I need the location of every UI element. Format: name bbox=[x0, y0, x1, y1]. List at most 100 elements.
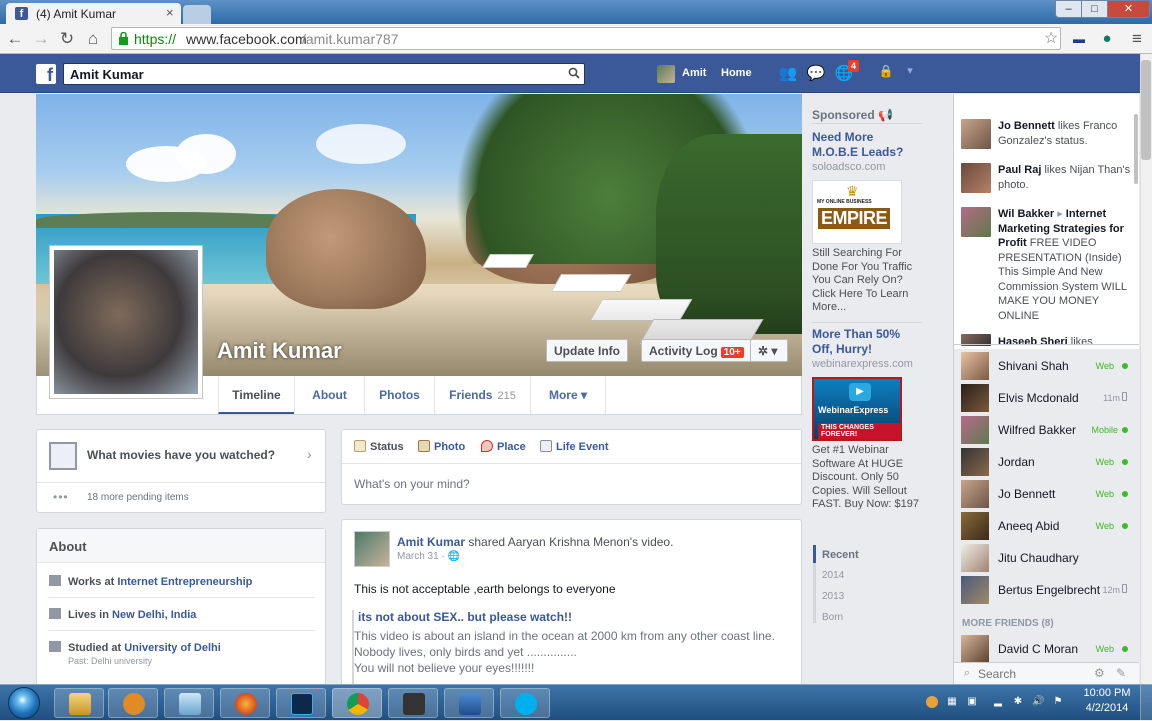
profile-picture[interactable] bbox=[49, 245, 203, 399]
taskbar-chrome[interactable] bbox=[332, 688, 382, 718]
taskbar-skype[interactable] bbox=[500, 688, 550, 718]
ticker-item[interactable]: Wil Bakker ▸ Internet Marketing Strategi… bbox=[998, 207, 1134, 323]
ad-body[interactable]: Still Searching For Done For You Traffic… bbox=[812, 247, 920, 315]
year-2014-link[interactable]: 2014 bbox=[822, 570, 844, 581]
facebook-logo-icon[interactable]: f bbox=[36, 64, 56, 85]
taskbar-firefox[interactable] bbox=[220, 688, 270, 718]
privacy-shortcuts-icon[interactable]: 🔒 bbox=[876, 64, 896, 82]
tray-app-icon[interactable] bbox=[926, 696, 938, 708]
post-author-avatar[interactable] bbox=[354, 531, 390, 567]
clock-time[interactable]: 10:00 PM bbox=[1082, 687, 1132, 699]
ad-body[interactable]: Get #1 Webinar Software At HUGE Discount… bbox=[812, 444, 920, 512]
flag-icon[interactable]: ⚑ bbox=[1052, 696, 1064, 708]
friend-requests-icon[interactable]: 👥 bbox=[778, 64, 798, 82]
taskbar-explorer[interactable] bbox=[54, 688, 104, 718]
chat-friend[interactable]: Jitu Chaudhary bbox=[954, 542, 1139, 574]
chat-friend[interactable]: Wilfred Bakker Mobile bbox=[954, 414, 1139, 446]
composer-tab-photo[interactable]: Photo bbox=[418, 440, 465, 453]
address-bar[interactable]: https:// www.facebook.com /amit.kumar787 bbox=[111, 27, 1061, 50]
ad-image[interactable]: ▶ WebinarExpress THIS CHANGES FOREVER! bbox=[812, 377, 902, 441]
messages-icon[interactable]: 💬 bbox=[806, 64, 826, 82]
about-study-link[interactable]: University of Delhi bbox=[124, 642, 221, 654]
composer-tab-life-event[interactable]: Life Event bbox=[540, 440, 609, 453]
nav-home-link[interactable]: Home bbox=[721, 67, 752, 79]
minimize-button[interactable]: ‒ bbox=[1055, 0, 1082, 18]
gear-icon[interactable]: ⚙ bbox=[1094, 666, 1105, 680]
tab-timeline[interactable]: Timeline bbox=[218, 376, 294, 414]
post-timestamp[interactable]: March 31 · 🌐 bbox=[397, 551, 460, 562]
signal-icon[interactable]: ▂ bbox=[992, 696, 1004, 708]
movies-card[interactable]: What movies have you watched? › ••• 18 m… bbox=[36, 429, 326, 513]
shared-video-title[interactable]: its not about SEX.. but please watch!! bbox=[358, 610, 572, 624]
menu-icon[interactable]: ≡ bbox=[1126, 28, 1148, 50]
composer-tab-place[interactable]: Place bbox=[481, 440, 526, 453]
chat-friend[interactable]: Jordan Web bbox=[954, 446, 1139, 478]
ad-title[interactable]: Need More M.O.B.E Leads? bbox=[812, 130, 922, 160]
extension-icon[interactable]: ▬ bbox=[1068, 28, 1090, 50]
ticker-scrollbar[interactable] bbox=[1134, 114, 1138, 184]
avatar[interactable] bbox=[961, 163, 991, 193]
recent-link[interactable]: Recent bbox=[822, 549, 859, 561]
search-icon[interactable] bbox=[568, 67, 580, 79]
movies-question[interactable]: What movies have you watched? bbox=[87, 448, 275, 462]
about-work-link[interactable]: Internet Entrepreneurship bbox=[117, 576, 252, 588]
taskbar-app[interactable] bbox=[444, 688, 494, 718]
tab-about[interactable]: About bbox=[294, 376, 364, 414]
tray-icon[interactable]: ▦ bbox=[946, 696, 958, 708]
bluetooth-icon[interactable]: ✱ bbox=[1012, 696, 1024, 708]
chevron-right-icon[interactable]: › bbox=[307, 446, 312, 462]
ad-image[interactable]: ♛ MY ONLINE BUSINESS EMPIRE bbox=[812, 180, 902, 244]
close-window-button[interactable]: ✕ bbox=[1107, 0, 1150, 18]
back-arrow-icon[interactable]: ← bbox=[4, 28, 26, 50]
compose-icon[interactable]: ✎ bbox=[1116, 666, 1126, 680]
volume-icon[interactable]: 🔊 bbox=[1032, 696, 1044, 708]
about-lives-link[interactable]: New Delhi, India bbox=[112, 609, 196, 621]
clock-date[interactable]: 4/2/2014 bbox=[1082, 702, 1132, 714]
avatar[interactable] bbox=[961, 119, 991, 149]
update-info-button[interactable]: Update Info bbox=[546, 339, 628, 362]
ticker-item[interactable]: Paul Raj likes Nijan Than's photo. bbox=[998, 163, 1134, 192]
composer-tab-status[interactable]: Status bbox=[354, 440, 404, 453]
new-tab-button[interactable] bbox=[183, 5, 211, 24]
page-scrollbar-thumb[interactable] bbox=[1141, 60, 1151, 160]
chat-friend[interactable]: David C Moran Web bbox=[954, 633, 1139, 665]
about-title[interactable]: About bbox=[49, 539, 87, 554]
account-menu-chevron-down-icon[interactable]: ▾ bbox=[900, 64, 920, 82]
tab-friends[interactable]: Friends 215 bbox=[434, 376, 530, 414]
year-2013-link[interactable]: 2013 bbox=[822, 591, 844, 602]
start-button[interactable] bbox=[8, 687, 40, 719]
avatar[interactable] bbox=[657, 65, 675, 83]
avatar[interactable] bbox=[961, 207, 991, 237]
taskbar-photoshop[interactable] bbox=[276, 688, 326, 718]
shared-video-box[interactable]: its not about SEX.. but please watch!! T… bbox=[352, 610, 792, 690]
chat-friend[interactable]: Jo Bennett Web bbox=[954, 478, 1139, 510]
ad-title[interactable]: More Than 50% Off, Hurry! bbox=[812, 327, 922, 357]
tray-icon[interactable]: ▣ bbox=[966, 696, 978, 708]
tab-more[interactable]: More ▾ bbox=[530, 376, 606, 414]
chat-search-input[interactable] bbox=[978, 667, 1088, 681]
forward-arrow-icon[interactable]: → bbox=[30, 28, 52, 50]
chat-friend[interactable]: Shivani Shah Web bbox=[954, 350, 1139, 382]
maximize-button[interactable]: □ bbox=[1081, 0, 1108, 18]
search-input[interactable]: Amit Kumar bbox=[63, 63, 585, 85]
tab-close-icon[interactable]: × bbox=[166, 5, 174, 20]
tab-photos[interactable]: Photos bbox=[364, 376, 434, 414]
activity-log-button[interactable]: Activity Log 10+ bbox=[641, 339, 752, 362]
chat-friend[interactable]: Aneeq Abid Web bbox=[954, 510, 1139, 542]
ticker-item[interactable]: Jo Bennett likes Franco Gonzalez's statu… bbox=[998, 119, 1134, 148]
reload-icon[interactable]: ↻ bbox=[56, 28, 78, 50]
browser-tab[interactable]: f (4) Amit Kumar × bbox=[6, 3, 181, 24]
profile-settings-gear-icon[interactable]: ✲ ▾ bbox=[750, 339, 788, 362]
born-link[interactable]: Born bbox=[822, 612, 843, 623]
pending-items-link[interactable]: 18 more pending items bbox=[87, 492, 189, 503]
chat-friend[interactable]: Bertus Engelbrecht 12m bbox=[954, 574, 1139, 606]
taskbar-app[interactable] bbox=[164, 688, 214, 718]
composer-input[interactable]: What's on your mind? bbox=[354, 477, 470, 491]
nav-profile-link[interactable]: Amit bbox=[682, 67, 706, 79]
home-icon[interactable]: ⌂ bbox=[82, 28, 104, 50]
taskbar-media-player[interactable] bbox=[108, 688, 158, 718]
extension-circle-icon[interactable]: ● bbox=[1096, 28, 1118, 50]
chat-friend[interactable]: Elvis Mcdonald 11m bbox=[954, 382, 1139, 414]
show-desktop-button[interactable] bbox=[1140, 685, 1152, 721]
bookmark-star-icon[interactable]: ☆ bbox=[1040, 28, 1062, 50]
